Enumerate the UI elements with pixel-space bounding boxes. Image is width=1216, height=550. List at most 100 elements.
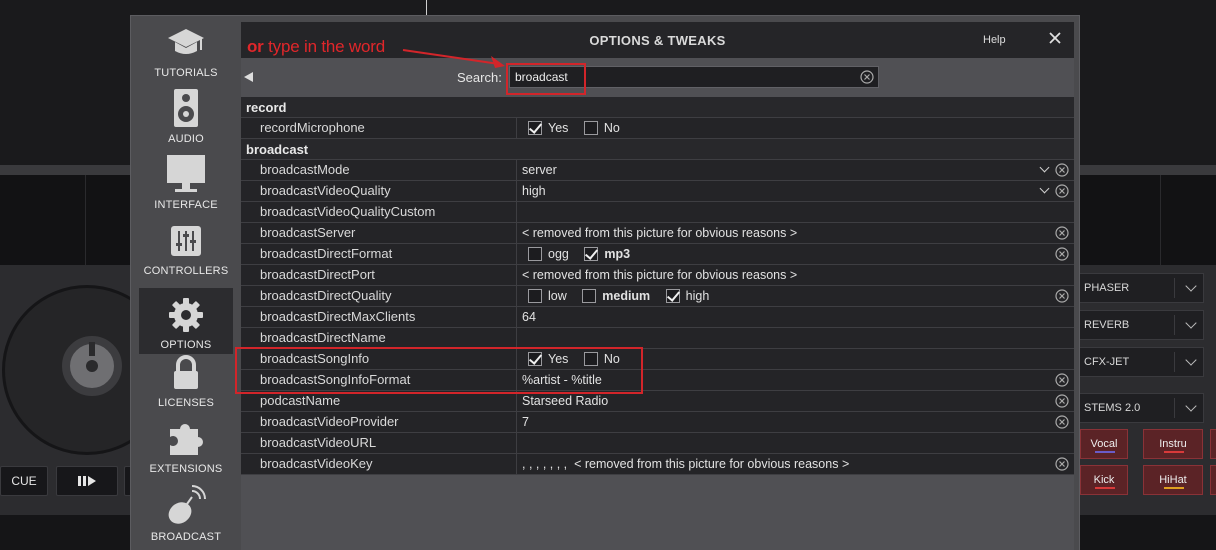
sidebar-item-label: TUTORIALS bbox=[154, 67, 218, 79]
sidebar-item-label: LICENSES bbox=[157, 397, 214, 409]
mp3-checkbox[interactable] bbox=[584, 247, 599, 261]
grid-line bbox=[85, 175, 86, 265]
options-panel: OPTIONS & TWEAKS Help or type in the wor… bbox=[235, 22, 1074, 550]
effect-slot-2[interactable]: REVERB bbox=[1078, 310, 1204, 340]
chevron-down-icon bbox=[1185, 280, 1197, 292]
yes-checkbox[interactable] bbox=[528, 121, 542, 135]
table-row: broadcastMode server bbox=[241, 160, 1074, 181]
table-row: broadcastDirectPort < removed from this … bbox=[241, 265, 1074, 286]
stem-pad-hihat[interactable]: HiHat bbox=[1143, 465, 1203, 495]
sidebar-item-broadcast[interactable]: BROADCAST bbox=[139, 480, 233, 546]
table-row: recordMicrophone Yes No bbox=[241, 118, 1074, 139]
setting-key: broadcastDirectMaxClients bbox=[241, 307, 517, 328]
high-checkbox[interactable] bbox=[665, 289, 680, 303]
stem-pad-partial[interactable] bbox=[1210, 429, 1216, 459]
jog-wheel-hub bbox=[62, 336, 122, 396]
setting-value[interactable]: < removed from this picture for obvious … bbox=[517, 265, 1074, 286]
reset-icon[interactable] bbox=[1055, 415, 1069, 429]
setting-key: broadcastVideoProvider bbox=[241, 412, 517, 433]
stem-pad-instru[interactable]: Instru bbox=[1143, 429, 1203, 459]
setting-value[interactable]: , , , , , , , < removed from this pictur… bbox=[517, 454, 1074, 475]
sidebar-item-label: EXTENSIONS bbox=[149, 463, 223, 475]
setting-value[interactable] bbox=[517, 328, 1074, 349]
sidebar-item-interface[interactable]: INTERFACE bbox=[139, 148, 233, 214]
table-row: broadcastVideoQualityCustom bbox=[241, 202, 1074, 223]
sidebar-item-tutorials[interactable]: TUTORIALS bbox=[139, 16, 233, 82]
clear-search-icon[interactable] bbox=[860, 70, 874, 84]
setting-value[interactable]: < removed from this picture for obvious … bbox=[517, 223, 1074, 244]
options-dialog: TUTORIALS AUDIO INTERFACE CONTROLLERS OP… bbox=[130, 15, 1080, 550]
reset-icon[interactable] bbox=[1055, 289, 1069, 303]
setting-value[interactable]: Starseed Radio bbox=[517, 391, 1074, 412]
reset-icon[interactable] bbox=[1055, 226, 1069, 240]
setting-dropdown[interactable]: server bbox=[517, 160, 1074, 181]
reset-icon[interactable] bbox=[1055, 163, 1069, 177]
setting-key: broadcastServer bbox=[241, 223, 517, 244]
section-header-record: record bbox=[241, 97, 1074, 118]
effect-label: REVERB bbox=[1084, 319, 1130, 331]
sidebar-item-label: AUDIO bbox=[168, 133, 204, 145]
sidebar-item-audio[interactable]: AUDIO bbox=[139, 82, 233, 148]
setting-value[interactable]: 64 bbox=[517, 307, 1074, 328]
play-pause-button[interactable] bbox=[56, 466, 118, 496]
stem-pad-vocal[interactable]: Vocal bbox=[1080, 429, 1128, 459]
sidebar-item-licenses[interactable]: LICENSES bbox=[139, 346, 233, 412]
sidebar-item-options[interactable]: OPTIONS bbox=[139, 288, 233, 354]
reset-icon[interactable] bbox=[1055, 394, 1069, 408]
section-title: broadcast bbox=[246, 142, 309, 157]
stem-pad-label: Instru bbox=[1159, 438, 1187, 450]
close-icon[interactable] bbox=[1047, 30, 1063, 46]
sidebar-item-controllers[interactable]: CONTROLLERS bbox=[139, 214, 233, 280]
setting-value-prefix: , , , , , , , bbox=[522, 457, 568, 471]
effect-slot-3[interactable]: CFX-JET bbox=[1078, 347, 1204, 377]
help-link[interactable]: Help bbox=[983, 34, 1006, 46]
setting-value[interactable] bbox=[517, 433, 1074, 454]
setting-value[interactable]: 7 bbox=[517, 412, 1074, 433]
sidebar-item-extensions[interactable]: EXTENSIONS bbox=[139, 412, 233, 478]
stem-pad-partial[interactable] bbox=[1210, 465, 1216, 495]
back-arrow-icon[interactable] bbox=[244, 72, 253, 82]
chevron-down-icon bbox=[1185, 317, 1197, 329]
stems-label: STEMS 2.0 bbox=[1084, 402, 1141, 414]
setting-dropdown[interactable]: high bbox=[517, 181, 1074, 202]
reset-icon[interactable] bbox=[1055, 373, 1069, 387]
reset-icon[interactable] bbox=[1055, 457, 1069, 471]
no-checkbox[interactable] bbox=[583, 121, 598, 135]
setting-value: high bbox=[522, 184, 546, 198]
settings-table: record recordMicrophone Yes No broadcast… bbox=[241, 97, 1074, 475]
sidebar-item-label: BROADCAST bbox=[150, 531, 222, 543]
puzzle-icon bbox=[170, 424, 203, 455]
option-label: high bbox=[685, 289, 710, 303]
effect-slot-1[interactable]: PHASER bbox=[1078, 273, 1204, 303]
gear-icon bbox=[169, 298, 203, 332]
setting-key: broadcastMode bbox=[241, 160, 517, 181]
medium-checkbox[interactable] bbox=[582, 289, 597, 303]
setting-key: broadcastDirectName bbox=[241, 328, 517, 349]
search-label: Search: bbox=[457, 70, 502, 85]
dj-app-screen: CUE PHASER REVERB CFX-JET STEMS 2.0 Voca… bbox=[0, 0, 1216, 550]
highlight-box-search bbox=[506, 63, 586, 95]
stem-pad-kick[interactable]: Kick bbox=[1080, 465, 1128, 495]
cue-label: CUE bbox=[11, 474, 37, 488]
graduation-cap-icon bbox=[168, 29, 204, 54]
low-checkbox[interactable] bbox=[528, 289, 542, 303]
stems-selector[interactable]: STEMS 2.0 bbox=[1078, 393, 1204, 423]
cue-button[interactable]: CUE bbox=[0, 466, 48, 496]
option-label: No bbox=[603, 121, 620, 135]
table-row: broadcastVideoProvider 7 bbox=[241, 412, 1074, 433]
table-row: broadcastDirectFormat ogg mp3 bbox=[241, 244, 1074, 265]
reset-icon[interactable] bbox=[1055, 184, 1069, 198]
annotation-arrow-icon bbox=[402, 49, 505, 68]
table-row: podcastName Starseed Radio bbox=[241, 391, 1074, 412]
stem-pad-label: HiHat bbox=[1159, 474, 1187, 486]
sidebar-item-label: CONTROLLERS bbox=[143, 265, 229, 277]
ogg-checkbox[interactable] bbox=[528, 247, 542, 261]
setting-value: low medium high bbox=[517, 286, 1074, 307]
table-row: broadcastVideoKey , , , , , , , < remove… bbox=[241, 454, 1074, 475]
sliders-icon bbox=[171, 226, 201, 256]
setting-key: broadcastDirectFormat bbox=[241, 244, 517, 265]
setting-value[interactable] bbox=[517, 202, 1074, 223]
option-label: low bbox=[548, 289, 567, 303]
option-label: medium bbox=[602, 289, 651, 303]
reset-icon[interactable] bbox=[1055, 247, 1069, 261]
